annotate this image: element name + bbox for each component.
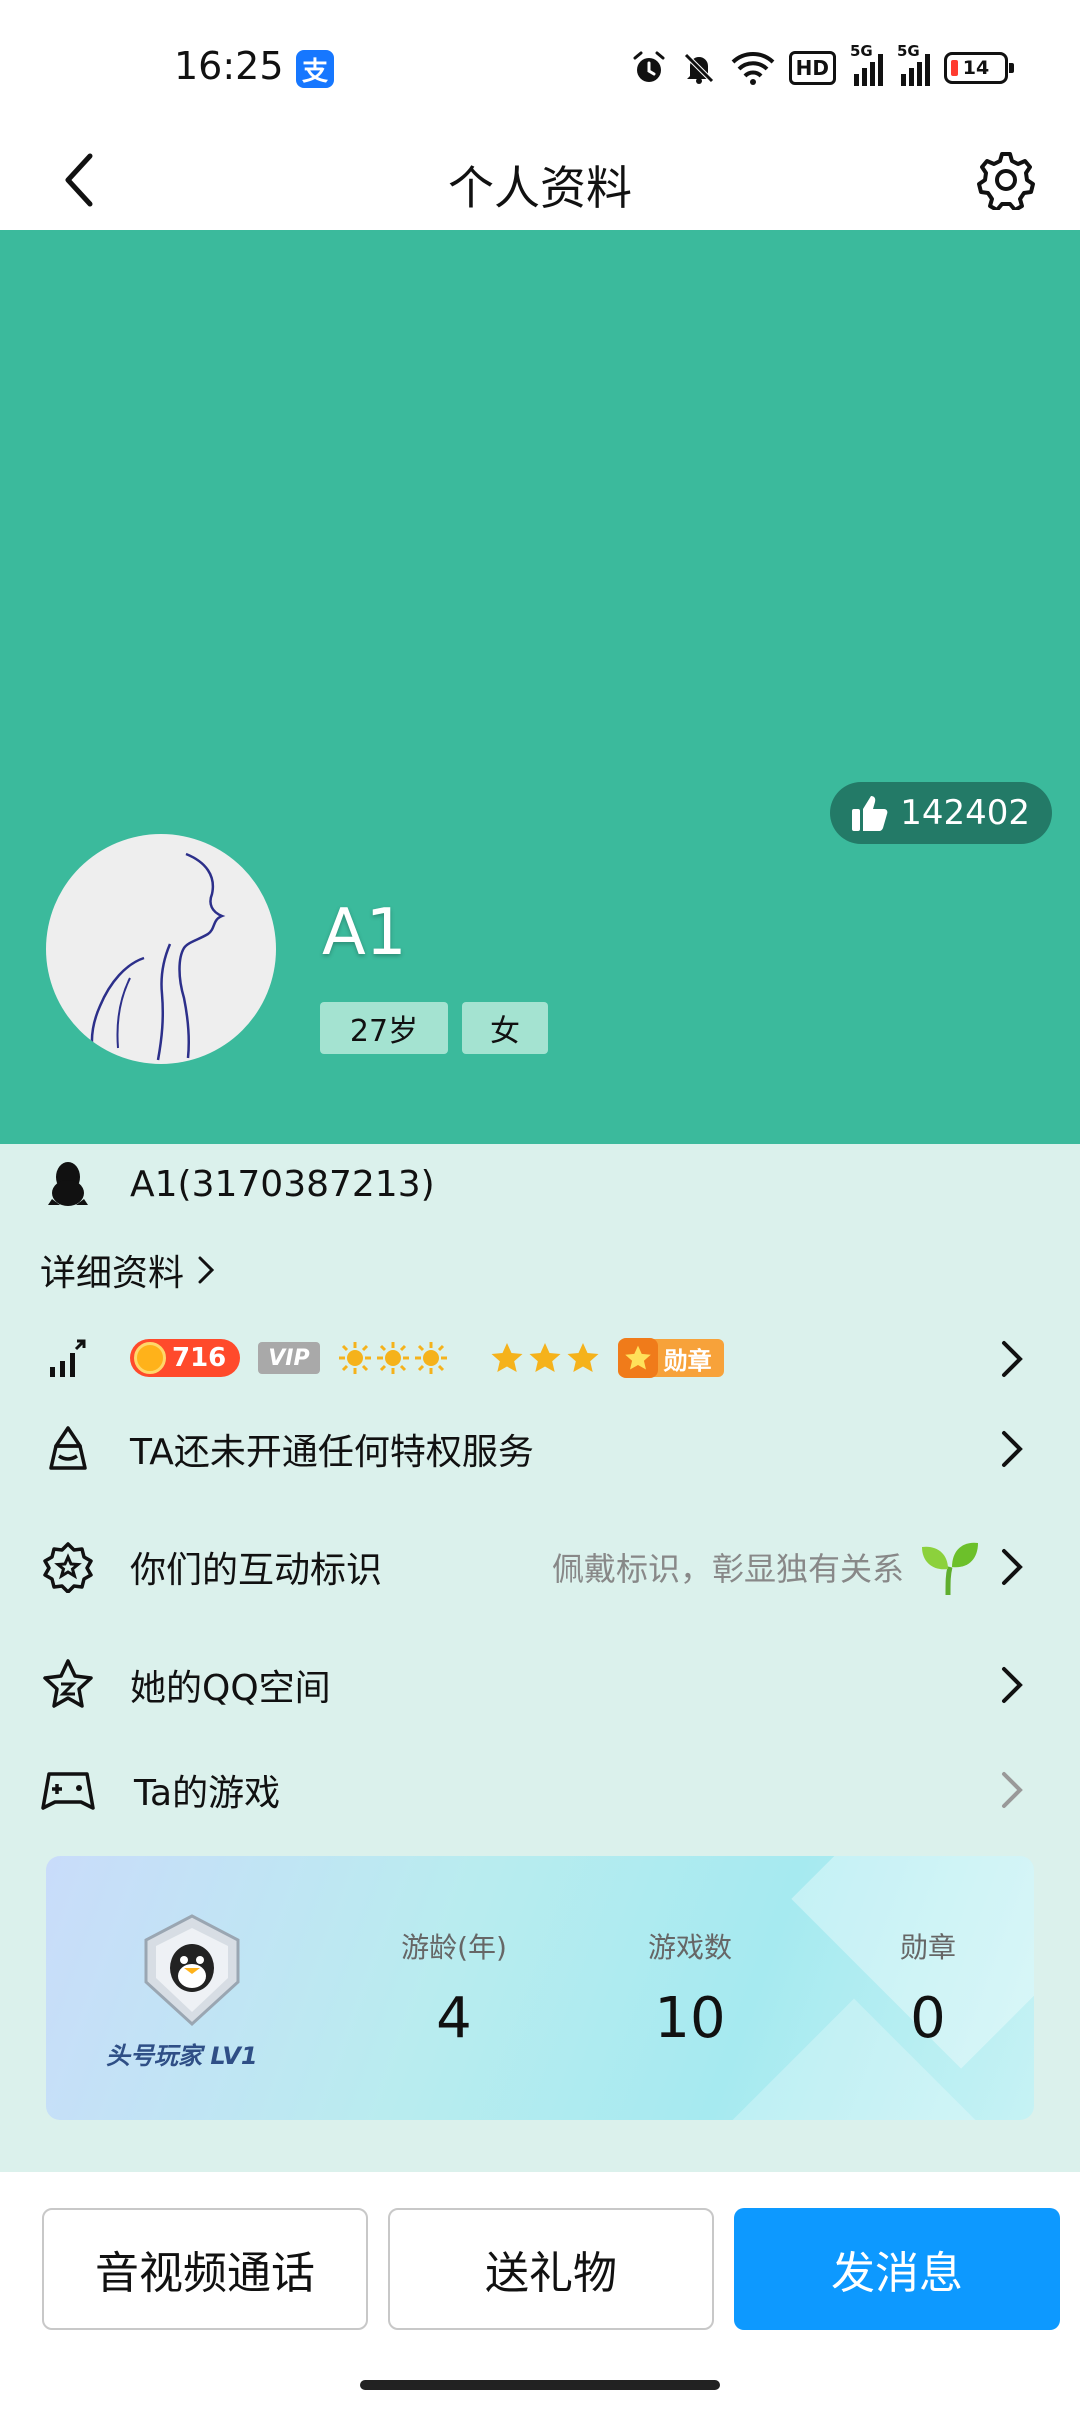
coin-level: 716 [172,1343,227,1373]
detail-profile-link[interactable]: 详细资料 [40,1244,216,1296]
stat-game-years: 游龄(年) 4 [401,1931,507,2051]
medal-star-icon [617,1338,658,1378]
star-icon [491,1343,523,1372]
status-bar: 16:25 支 HD 5G 5G 14 [0,0,1080,130]
game-stats-card[interactable]: 头号玩家 LV1 游龄(年) 4 游戏数 10 勋章 0 [46,1856,1034,2120]
mute-bell-icon [681,50,717,86]
star-icon [567,1343,599,1372]
qq-level-icons [338,1338,600,1378]
star-icon [529,1343,561,1372]
qq-account: A1(3170387213) [130,1163,435,1205]
interaction-badge-row[interactable]: 你们的互动标识 佩戴标识，彰显独有关系 [0,1522,1080,1612]
sun-icon [376,1342,409,1374]
coin-level-badge: 716 [130,1339,241,1377]
interaction-badge-icon [40,1539,96,1595]
medal-badge: 勋章 [617,1338,724,1378]
chevron-right-icon [996,1663,1030,1707]
sun-icon [338,1342,371,1374]
profile-cover[interactable]: 142402 A1 27岁 女 [0,230,1080,1144]
medal-label: 勋章 [663,1346,712,1375]
privilege-row[interactable]: TA还未开通任何特权服务 [0,1404,1080,1494]
signal-icon-2: 5G [897,42,930,86]
wifi-icon [731,50,775,86]
player-badge-icon [132,1910,252,2030]
chevron-right-icon [996,1768,1030,1812]
penguin-icon [40,1156,96,1212]
gamepad-icon [40,1762,96,1818]
qq-account-row: A1(3170387213) [0,1152,1080,1216]
bar-chart-up-icon [40,1331,96,1387]
qzone-row[interactable]: 她的QQ空间 [0,1640,1080,1730]
battery-level: 14 [962,57,990,79]
send-message-button[interactable]: 发消息 [734,2208,1060,2330]
interaction-hint: 佩戴标识，彰显独有关系 [551,1550,904,1588]
qzone-label: 她的QQ空间 [130,1668,331,1709]
chevron-right-icon [996,1545,1030,1589]
star-outline-icon [40,1657,96,1713]
hd-voice-badge: HD [788,51,836,85]
stat-game-count: 游戏数 10 [647,1931,732,2051]
signal-icon-1: 5G [850,42,883,86]
nickname: A1 [322,896,407,970]
avatar-line-drawing [90,852,226,1061]
stat-medals: 勋章 0 [899,1931,956,2051]
status-icons: HD 5G 5G 14 [631,42,1014,90]
battery-icon: 14 [944,52,1014,84]
status-time: 16:25 [174,44,284,88]
bottom-action-bar: 音视频通话 送礼物 发消息 [0,2172,1080,2412]
gender-tag: 女 [462,1002,548,1054]
level-badges: 716 VIP 勋章 [130,1336,724,1380]
vip-badge: VIP [258,1342,320,1374]
age-tag: 27岁 [320,1002,448,1054]
settings-button[interactable] [966,140,1046,220]
privilege-crown-icon [40,1421,96,1477]
chevron-right-icon [996,1337,1030,1381]
like-count: 142402 [900,793,1030,833]
player-level: 头号玩家 LV1 [106,2042,258,2070]
alipay-icon: 支 [296,50,334,88]
avatar[interactable] [46,834,276,1064]
moon-icon [460,1345,474,1371]
interaction-label: 你们的互动标识 [130,1550,383,1591]
thumbs-up-icon [852,796,888,831]
games-row[interactable]: Ta的游戏 [0,1750,1080,1830]
detail-profile-label: 详细资料 [40,1253,185,1294]
privilege-text: TA还未开通任何特权服务 [130,1432,534,1473]
sprout-icon [918,1535,982,1599]
alarm-icon [631,50,667,86]
chevron-right-icon [996,1427,1030,1471]
like-button[interactable]: 142402 [830,782,1052,844]
gear-icon [977,152,1035,210]
level-badges-row[interactable]: 716 VIP 勋章 [0,1324,1080,1394]
games-label: Ta的游戏 [134,1773,281,1814]
page-title: 个人资料 [448,161,632,215]
home-indicator[interactable] [360,2380,720,2390]
chevron-right-icon [198,1256,215,1284]
coin-icon [134,1342,166,1374]
nav-bar: 个人资料 [0,130,1080,230]
av-call-button[interactable]: 音视频通话 [42,2208,368,2330]
sun-icon [414,1342,447,1374]
send-gift-button[interactable]: 送礼物 [388,2208,714,2330]
